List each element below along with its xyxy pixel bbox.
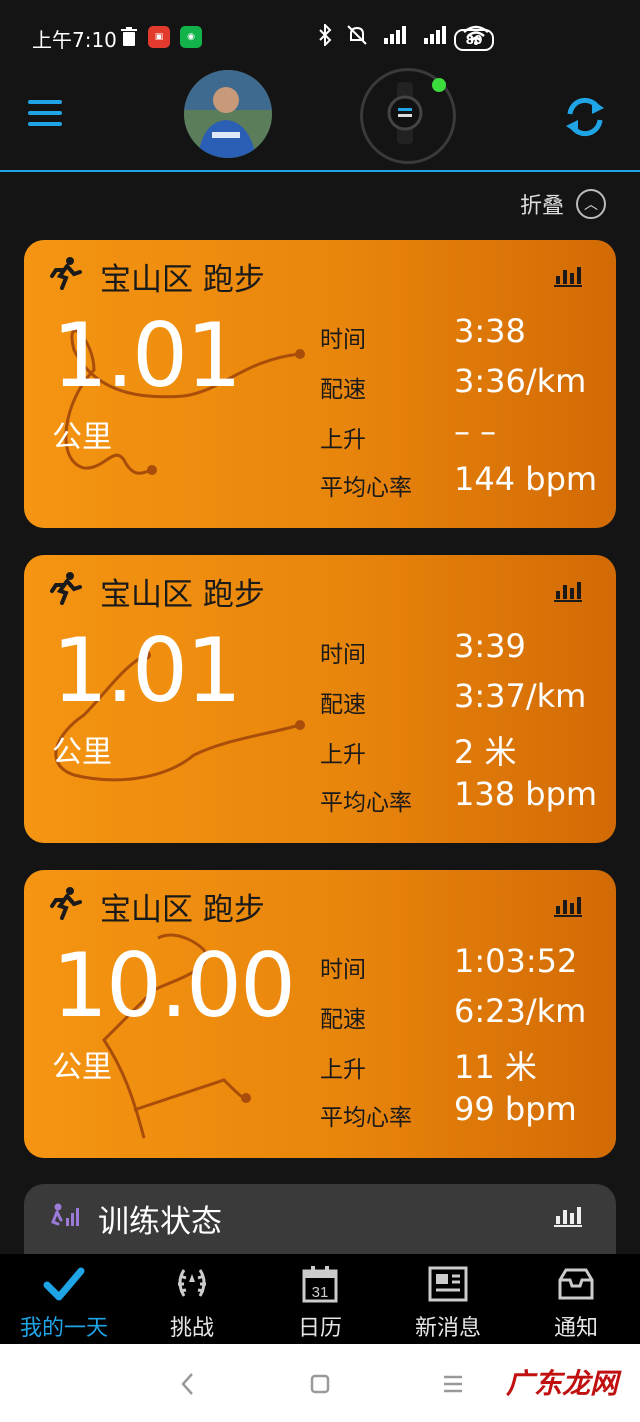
fold-toggle[interactable]: 折叠 ︿ (520, 188, 606, 220)
running-icon (50, 572, 82, 605)
distance-value: 10.00 (52, 934, 296, 1037)
tab-challenges[interactable]: 挑战 (128, 1264, 256, 1342)
stat-value-ascent: 2 米 (454, 733, 517, 771)
stat-label-pace: 配速 (320, 1007, 366, 1033)
stat-value-heart-rate: 99 bpm (454, 1090, 577, 1128)
running-icon (50, 887, 82, 920)
menu-icon[interactable] (28, 100, 62, 133)
stat-value-heart-rate: 144 bpm (454, 460, 598, 498)
bottom-nav: 我的一天 挑战 31 日历 新消息 通知 (0, 1254, 640, 1344)
newspaper-icon (428, 1266, 468, 1302)
system-nav-bar: 广东龙网 (0, 1344, 640, 1422)
tab-label: 挑战 (169, 1316, 214, 1341)
stat-value-time: 1:03:52 (454, 942, 578, 980)
app-notification-icon: ◉ (180, 26, 202, 48)
stat-value-time: 3:39 (454, 627, 526, 665)
fold-label: 折叠 (519, 194, 564, 219)
status-time: 上午7:10 (32, 28, 117, 52)
training-status-icon (51, 1203, 79, 1226)
signal-icon (384, 26, 406, 44)
stat-value-pace: 6:23/km (454, 992, 587, 1030)
stat-label-heart-rate: 平均心率 (320, 1105, 412, 1131)
bar-chart-icon[interactable] (554, 894, 582, 918)
tab-label: 新消息 (414, 1316, 481, 1341)
stat-label-time: 时间 (320, 957, 366, 983)
distance-unit: 公里 (52, 420, 112, 455)
stat-label-ascent: 上升 (320, 427, 366, 453)
mute-bell-icon (347, 25, 367, 45)
stat-label-pace: 配速 (320, 692, 366, 718)
activity-title: 宝山区 跑步 (100, 262, 265, 298)
stat-label-time: 时间 (320, 642, 366, 668)
stat-value-pace: 3:36/km (454, 362, 587, 400)
laurel-icon (178, 1269, 206, 1297)
bluetooth-icon (319, 24, 332, 46)
device-connected-indicator (432, 78, 446, 92)
running-icon (50, 257, 82, 290)
chevron-up-icon: ︿ (576, 189, 606, 219)
avatar-image (184, 70, 272, 158)
battery-indicator: 80 (454, 29, 494, 51)
tab-my-day[interactable]: 我的一天 (0, 1264, 128, 1342)
back-icon[interactable] (180, 1372, 196, 1396)
stat-value-ascent: 11 米 (454, 1048, 537, 1086)
stat-label-time: 时间 (320, 327, 366, 353)
signal-icon-2 (424, 26, 446, 44)
distance-value: 1.01 (52, 304, 242, 407)
bar-chart-icon[interactable] (554, 579, 582, 603)
calendar-day: 31 (312, 1284, 329, 1301)
checkmark-icon (43, 1267, 85, 1301)
activity-card[interactable]: 宝山区 跑步 10.00 公里 时间 1:03:52 配速 6:23/km 上升… (24, 870, 616, 1158)
trash-icon (121, 27, 137, 46)
tab-label: 日历 (297, 1316, 342, 1341)
bar-chart-icon[interactable] (554, 264, 582, 288)
tab-news[interactable]: 新消息 (384, 1264, 512, 1342)
calendar-icon: 31 (302, 1266, 338, 1303)
activity-card[interactable]: 宝山区 跑步 1.01 公里 时间 3:38 配速 3:36/km 上升 – –… (24, 240, 616, 528)
stat-value-heart-rate: 138 bpm (454, 775, 598, 813)
tab-notifications[interactable]: 通知 (512, 1264, 640, 1342)
tab-label: 通知 (553, 1316, 598, 1341)
app-header (0, 60, 640, 172)
stat-label-ascent: 上升 (320, 742, 366, 768)
activity-title: 宝山区 跑步 (100, 577, 265, 613)
distance-unit: 公里 (52, 1050, 112, 1085)
stat-value-ascent: – – (454, 412, 497, 450)
stat-label-heart-rate: 平均心率 (320, 790, 412, 816)
sync-icon[interactable] (562, 94, 608, 140)
distance-value: 1.01 (52, 619, 242, 722)
stat-label-pace: 配速 (320, 377, 366, 403)
watermark: 广东龙网 (505, 1367, 618, 1400)
stat-label-ascent: 上升 (320, 1057, 366, 1083)
tab-calendar[interactable]: 31 日历 (256, 1264, 384, 1342)
home-icon[interactable] (310, 1374, 330, 1394)
stat-value-pace: 3:37/km (454, 677, 587, 715)
training-status-title: 训练状态 (98, 1204, 222, 1240)
toutiao-app-icon: ▣ (148, 26, 170, 48)
activity-card[interactable]: 宝山区 跑步 1.01 公里 时间 3:39 配速 3:37/km 上升 2 米… (24, 555, 616, 843)
stat-value-time: 3:38 (454, 312, 526, 350)
distance-unit: 公里 (52, 735, 112, 770)
activity-title: 宝山区 跑步 (100, 892, 265, 928)
bar-chart-icon[interactable] (554, 1204, 582, 1228)
notification-icons: ▣ ◉ (120, 26, 202, 48)
recents-icon[interactable] (442, 1374, 464, 1394)
stat-label-heart-rate: 平均心率 (320, 475, 412, 501)
tab-label: 我的一天 (19, 1316, 108, 1341)
avatar[interactable] (184, 70, 272, 158)
inbox-icon (558, 1268, 594, 1300)
